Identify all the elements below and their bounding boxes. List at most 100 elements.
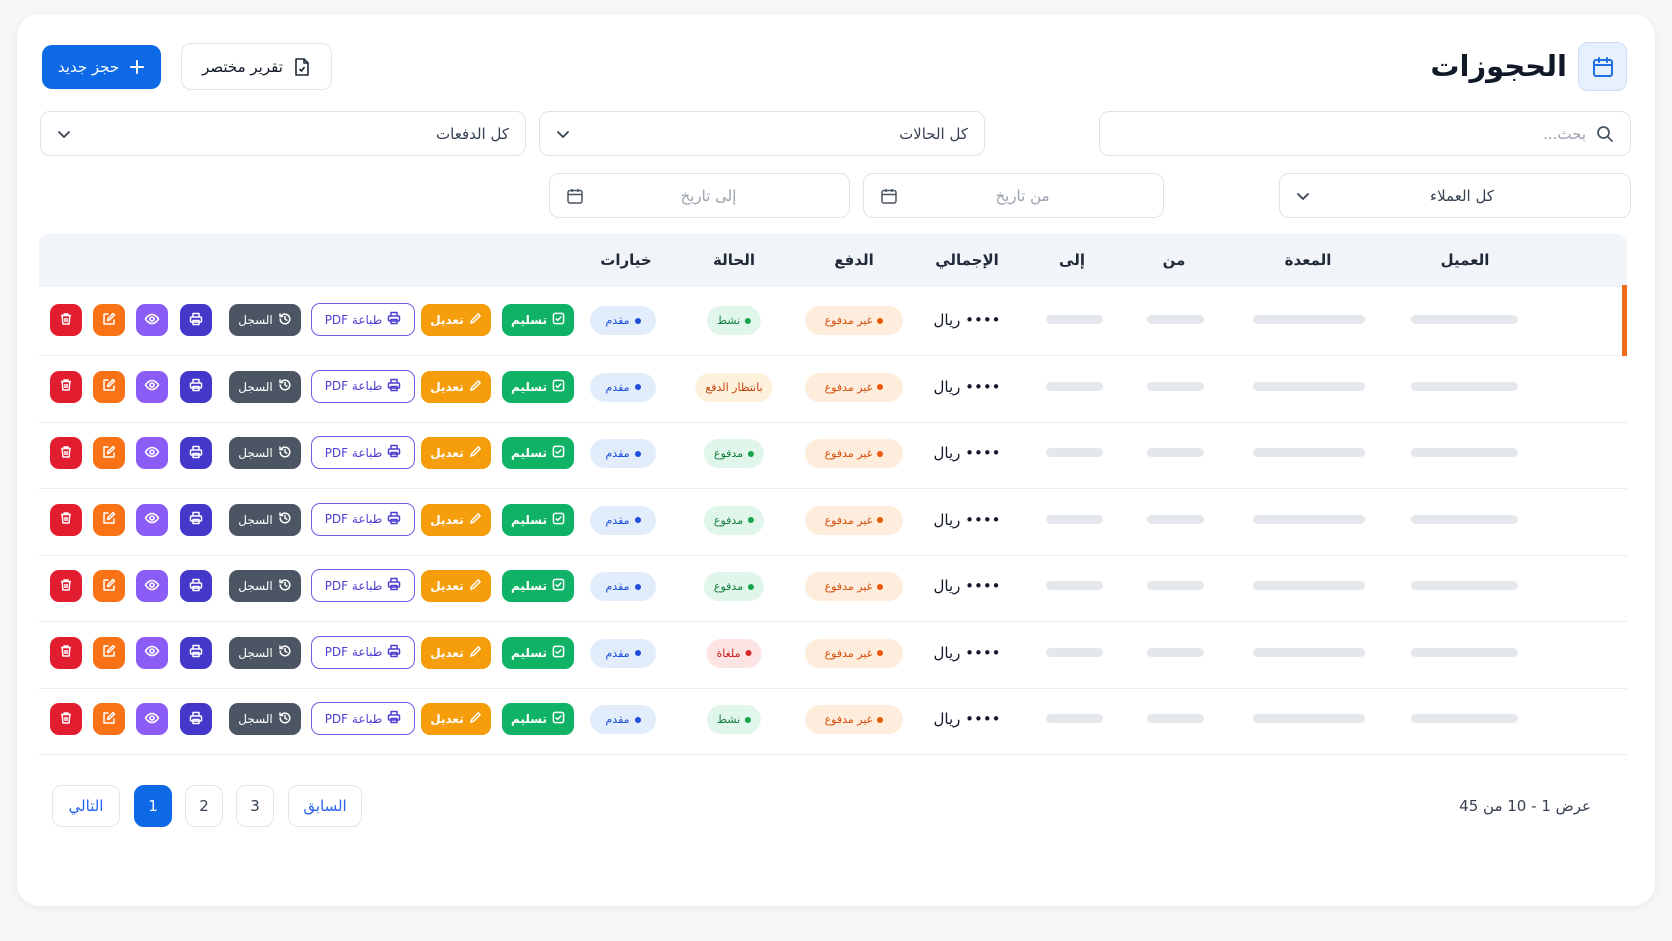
status-badge: نشط [706,306,762,335]
delete-button[interactable] [50,503,82,536]
deliver-button[interactable]: تسليم [502,304,574,336]
pagination-next-button[interactable]: التالي [52,785,120,827]
table-row[interactable]: •••• ريال غير مدفوع نشط مقدم تسليم تعديل طباعة… [39,285,1627,356]
search-input[interactable]: بحث... [1099,111,1631,156]
total-cell: •••• ريال [933,311,1001,329]
new-booking-button[interactable]: حجز جديد [42,45,161,89]
history-log-button[interactable]: السجل [229,636,301,669]
edit-icon-button[interactable] [93,503,125,536]
delete-button[interactable] [50,304,82,336]
deliver-label: تسليم [511,512,547,527]
edit-icon-button[interactable] [93,636,125,669]
deliver-button[interactable]: تسليم [502,570,574,602]
print-button[interactable] [180,370,212,403]
status-select[interactable]: كل الحالات [539,111,985,156]
delete-button[interactable] [50,570,82,602]
to-date-input[interactable]: إلى تاريخ [549,173,850,218]
trash-icon [59,312,73,329]
edit-button[interactable]: تعديل [421,503,491,536]
print-pdf-button[interactable]: طباعة PDF [311,369,415,403]
status-badge: مدفوع [703,505,765,535]
view-button[interactable] [136,636,168,669]
option-badge-label: مقدم [605,580,630,593]
table-row[interactable]: •••• ريال غير مدفوع بانتظار الدفع مقدم تسليم… [39,352,1627,423]
pagination-page-2[interactable]: 2 [185,785,223,827]
status-dot [877,716,884,723]
equipment-cell-redacted [1253,647,1365,657]
print-button[interactable] [180,503,212,536]
edit-button[interactable]: تعديل [421,636,491,669]
edit-icon-button[interactable] [93,370,125,403]
print-pdf-button[interactable]: طباعة PDF [311,702,415,735]
edit-button[interactable]: تعديل [421,703,491,735]
payment-badge: غير مدفوع [805,638,903,668]
print-button[interactable] [180,570,212,602]
history-log-button[interactable]: السجل [229,437,301,469]
edit-button[interactable]: تعديل [421,437,491,469]
table-row[interactable]: •••• ريال غير مدفوع مدفوع مقدم تسليم تعديل طبا… [39,485,1627,556]
view-button[interactable] [136,437,168,469]
status-dot [877,517,884,523]
print-button[interactable] [180,636,212,669]
view-button[interactable] [136,370,168,403]
edit-icon-button[interactable] [93,570,125,602]
deliver-button[interactable]: تسليم [502,437,574,469]
edit-icon-button[interactable] [93,703,125,735]
delete-button[interactable] [50,703,82,735]
table-row[interactable]: •••• ريال غير مدفوع ملغاة مقدم تسليم تعديل طبا… [39,618,1627,689]
from-date-placeholder: من تاريخ [995,186,1050,205]
payments-select[interactable]: كل الدفعات [40,111,526,156]
pagination-prev-button[interactable]: السابق [288,785,362,827]
print-pdf-label: طباعة PDF [324,711,383,726]
print-pdf-button[interactable]: طباعة PDF [311,502,415,536]
check-square-icon [552,512,565,528]
history-log-button[interactable]: السجل [229,370,301,403]
history-log-button[interactable]: السجل [229,570,301,602]
print-pdf-button[interactable]: طباعة PDF [311,303,415,336]
table-row[interactable]: •••• ريال غير مدفوع نشط مقدم تسليم تعديل طباعة… [39,684,1627,755]
edit-label: تعديل [430,712,464,726]
delete-button[interactable] [50,437,82,469]
deliver-button[interactable]: تسليم [502,503,574,536]
table-row[interactable]: •••• ريال غير مدفوع مدفوع مقدم تسليم تعديل طبا… [39,418,1627,489]
view-button[interactable] [136,503,168,536]
status-badge: بانتظار الدفع [695,372,773,402]
to-cell-redacted [1046,714,1103,723]
print-button[interactable] [180,703,212,735]
to-cell-redacted [1046,647,1103,657]
print-button[interactable] [180,304,212,336]
check-square-icon [552,711,565,727]
printer-icon [387,511,401,528]
from-date-input[interactable]: من تاريخ [863,173,1164,218]
customers-select[interactable]: كل العملاء [1279,173,1631,218]
short-report-button[interactable]: تقرير مختصر [181,43,332,90]
customer-cell-redacted [1411,647,1518,657]
edit-button[interactable]: تعديل [421,304,491,336]
printer-icon [189,644,203,661]
history-log-button[interactable]: السجل [229,703,301,735]
print-button[interactable] [180,437,212,469]
deliver-button[interactable]: تسليم [502,703,574,735]
edit-icon-button[interactable] [93,437,125,469]
deliver-button[interactable]: تسليم [502,636,574,669]
log-label: السجل [238,645,273,660]
view-button[interactable] [136,570,168,602]
log-label: السجل [238,379,273,394]
delete-button[interactable] [50,636,82,669]
deliver-button[interactable]: تسليم [502,370,574,403]
print-pdf-button[interactable]: طباعة PDF [311,569,415,602]
pagination-page-1[interactable]: 1 [134,785,172,827]
history-log-button[interactable]: السجل [229,503,301,536]
print-pdf-button[interactable]: طباعة PDF [311,436,415,469]
print-pdf-button[interactable]: طباعة PDF [311,635,415,669]
edit-icon-button[interactable] [93,304,125,336]
pagination-page-3[interactable]: 3 [236,785,274,827]
table-row[interactable]: •••• ريال غير مدفوع مدفوع مقدم تسليم تعديل طبا… [39,551,1627,622]
view-button[interactable] [136,304,168,336]
printer-icon [387,378,401,395]
edit-button[interactable]: تعديل [421,370,491,403]
edit-button[interactable]: تعديل [421,570,491,602]
delete-button[interactable] [50,370,82,403]
view-button[interactable] [136,703,168,735]
history-log-button[interactable]: السجل [229,304,301,336]
